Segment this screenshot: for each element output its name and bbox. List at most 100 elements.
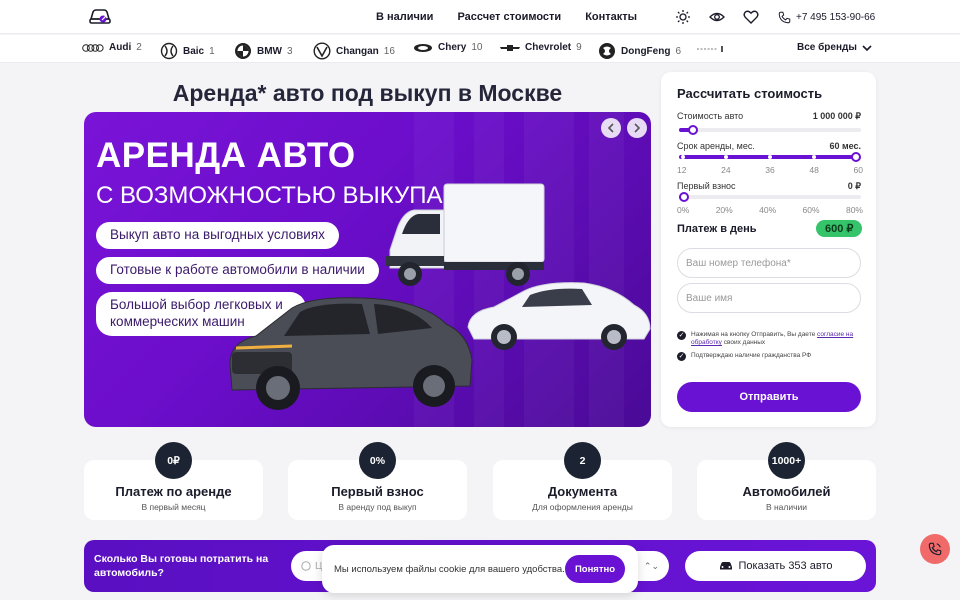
term-tick: 48 [809,165,819,175]
term-tick-dot [681,155,685,159]
brand-baic[interactable]: Baic 1 [160,42,215,60]
term-row: Срок аренды, мес. 60 мес. [677,141,861,151]
per-day-label: Платеж в день [677,223,757,235]
down-tick: 0% [677,205,690,215]
budget-question: Сколько Вы готовы потратить на автомобил… [94,553,269,579]
brand-count: 1 [209,45,215,57]
all-brands-dropdown[interactable]: Все бренды [797,42,872,53]
show-cars-button[interactable]: Показать 353 авто [685,551,866,581]
submit-button[interactable]: Отправить [677,382,861,412]
suv-image [229,297,473,410]
consent-checkbox[interactable]: ✓ Нажимая на кнопку Отправить, Вы даете … [677,331,861,348]
brand-audi[interactable]: Audi 2 [82,42,142,53]
check-icon: ✓ [677,331,686,340]
term-slider[interactable] [679,152,861,162]
brand-count: 16 [383,45,395,57]
cookie-accept-button[interactable]: Понятно [565,555,625,583]
phone-call-icon [928,542,942,556]
show-cars-label: Показать 353 авто [738,560,833,572]
sun-icon[interactable] [675,9,691,25]
brand-count: 9 [576,42,582,53]
feature-subtitle: В аренду под выкуп [338,502,417,512]
brand-dongfeng[interactable]: DongFeng 6 [598,42,681,60]
heart-icon[interactable] [743,9,759,25]
brand-name: DongFeng [621,45,671,57]
main-nav: В наличии Рассчет стоимости Контакты [376,11,637,23]
citizenship-checkbox[interactable]: ✓ Подтверждаю наличие гражданства РФ [677,352,861,361]
bmw-logo-icon [235,43,251,59]
down-row: Первый взнос 0 ₽ [677,181,861,192]
call-button[interactable] [920,534,950,564]
promo-banner[interactable]: АРЕНДА АВТО С ВОЗМОЖНОСТЬЮ ВЫКУПА! Выкуп… [84,112,651,427]
term-ticks: 12 24 36 48 60 [677,165,863,175]
term-tick-dot [768,155,772,159]
feature-card: 1000+ Автомобилей В наличии [697,442,876,520]
eye-icon[interactable] [709,9,725,25]
changan-logo-icon [313,42,331,60]
brand-chery[interactable]: Chery 10 [413,42,482,53]
down-tick: 60% [802,205,820,215]
name-input[interactable]: Ваше имя [677,283,861,313]
cost-label: Стоимость авто [677,111,744,121]
phone-icon [778,11,791,24]
banner-pill: Выкуп авто на выгодных условиях [96,222,339,249]
logo-car-icon[interactable] [88,6,112,28]
cost-value: 1 000 000 ₽ [812,111,861,121]
brand-logo-truncated-icon [697,46,723,52]
down-tick: 40% [759,205,777,215]
page-title: Аренда* авто под выкуп в Москве [172,80,563,106]
chevron-right-icon [634,123,641,133]
feature-badge: 0₽ [155,442,192,479]
feature-badge: 0% [359,442,396,479]
header-phone[interactable]: +7 495 153-90-66 [778,11,875,24]
check-icon: ✓ [677,352,686,361]
chery-logo-icon [414,43,432,52]
cost-slider[interactable] [679,125,861,135]
brand-truncated-logo[interactable] [697,46,725,52]
site-header: В наличии Рассчет стоимости Контакты +7 … [0,0,960,34]
feature-card: 0₽ Платеж по аренде В первый месяц [84,442,263,520]
cookie-banner: Мы используем файлы cookie для вашего уд… [322,545,638,593]
term-slider-handle[interactable] [851,152,861,162]
car-icon [719,562,732,570]
brand-bmw[interactable]: BMW 3 [234,42,293,60]
down-value: 0 ₽ [847,181,861,191]
dongfeng-logo-icon [599,43,615,59]
banner-arrows [601,118,647,138]
phone-input[interactable]: Ваш номер телефона* [677,248,861,278]
cost-slider-handle[interactable] [688,125,698,135]
next-slide-button[interactable] [627,118,647,138]
term-tick: 24 [721,165,731,175]
nav-in-stock[interactable]: В наличии [376,11,433,23]
chevron-down-icon [862,44,872,51]
banner-pill: Готовые к работе автомобили в наличии [96,257,379,284]
brand-changan[interactable]: Changan 16 [313,42,395,60]
term-tick: 60 [853,165,863,175]
term-label: Срок аренды, мес. [677,141,755,151]
brand-chevrolet[interactable]: Chevrolet 9 [500,42,582,53]
feature-subtitle: В наличии [765,502,808,512]
cost-calculator: Рассчитать стоимость Стоимость авто 1 00… [661,72,876,427]
nav-contacts[interactable]: Контакты [585,11,637,23]
banner-headline: АРЕНДА АВТО [96,136,356,175]
feature-title: Автомобилей [742,484,831,499]
down-slider[interactable] [679,192,861,202]
down-tick: 20% [715,205,733,215]
brand-name: Chery [438,42,467,53]
feature-card: 2 Документа Для оформления аренды [493,442,672,520]
brand-name: Changan [336,45,379,57]
brand-name: Baic [183,45,205,57]
term-value: 60 мес. [829,141,861,151]
updown-chevron-icon: ⌃⌄ [643,560,659,571]
prev-slide-button[interactable] [601,118,621,138]
brand-name: Audi [109,42,132,53]
audi-logo-icon [82,43,104,52]
feature-title: Первый взнос [331,484,424,499]
nav-cost-calc[interactable]: Рассчет стоимости [457,11,561,23]
down-slider-handle[interactable] [679,192,689,202]
citizenship-text: Подтверждаю наличие гражданства РФ [691,352,812,359]
background-stripe [589,112,624,427]
sedan-image [467,282,651,350]
phone-number: +7 495 153-90-66 [796,12,876,23]
chevrolet-logo-icon [500,44,520,51]
